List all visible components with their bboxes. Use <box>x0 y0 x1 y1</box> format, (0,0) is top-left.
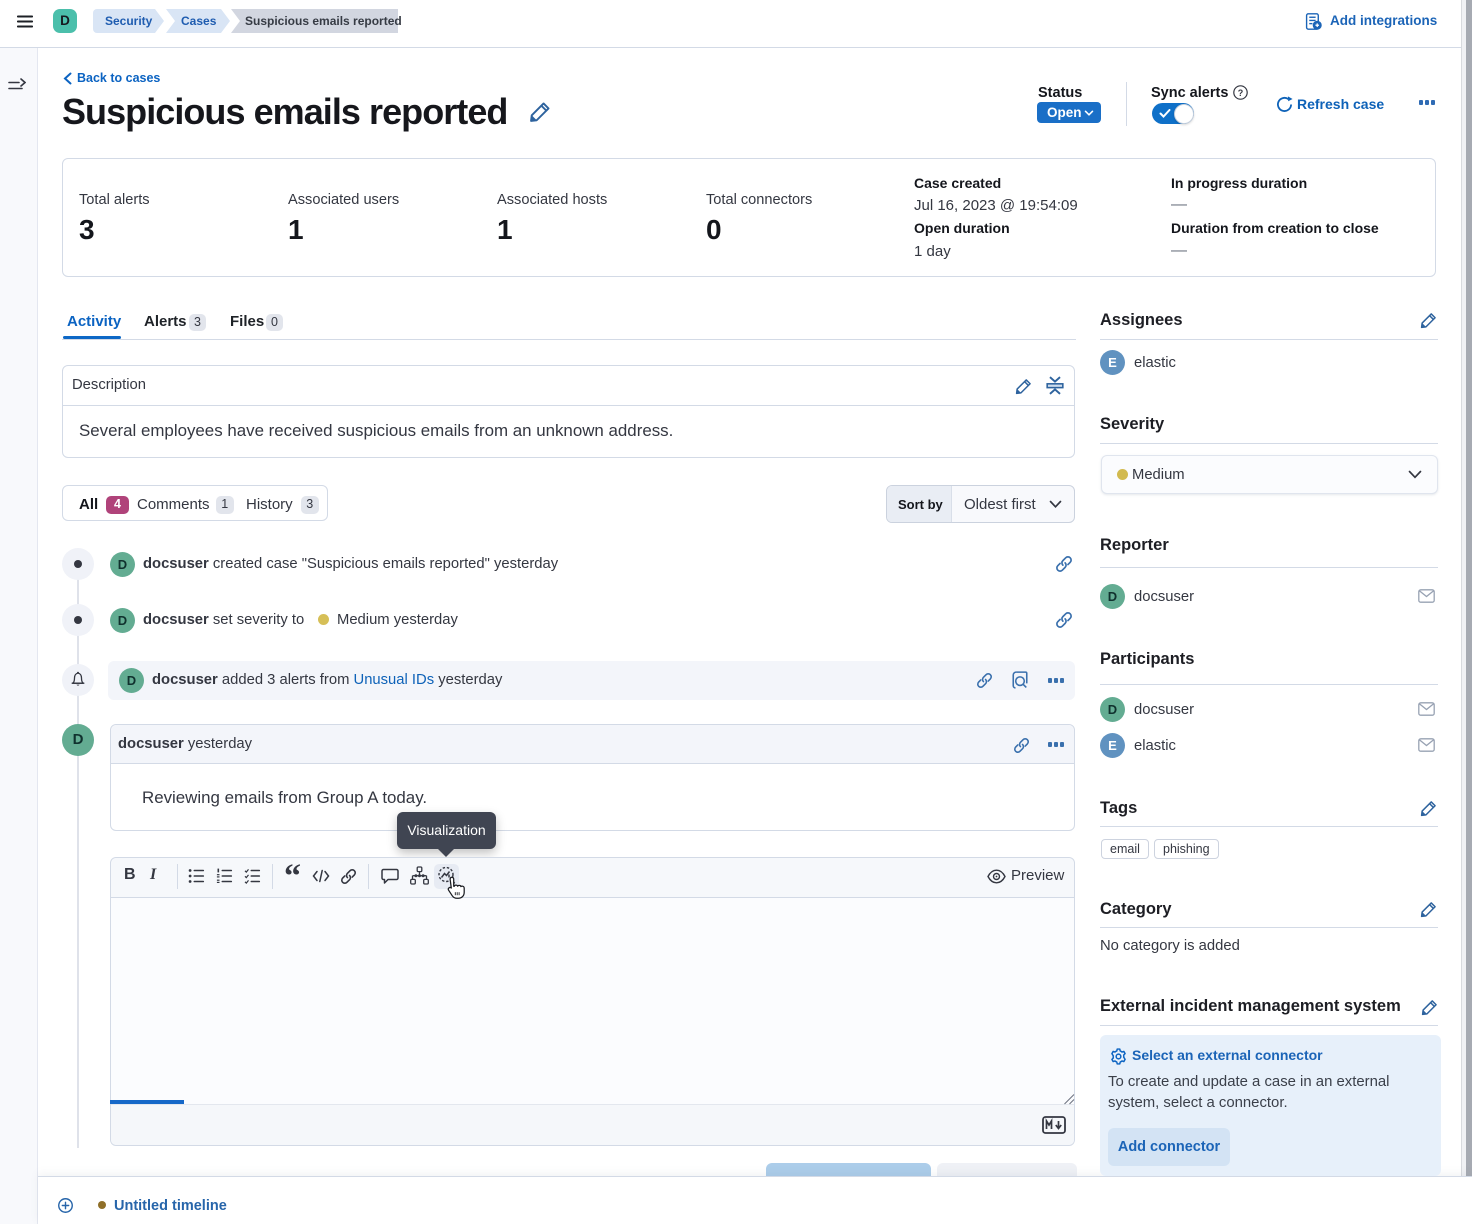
svg-text:?: ? <box>1238 88 1244 98</box>
